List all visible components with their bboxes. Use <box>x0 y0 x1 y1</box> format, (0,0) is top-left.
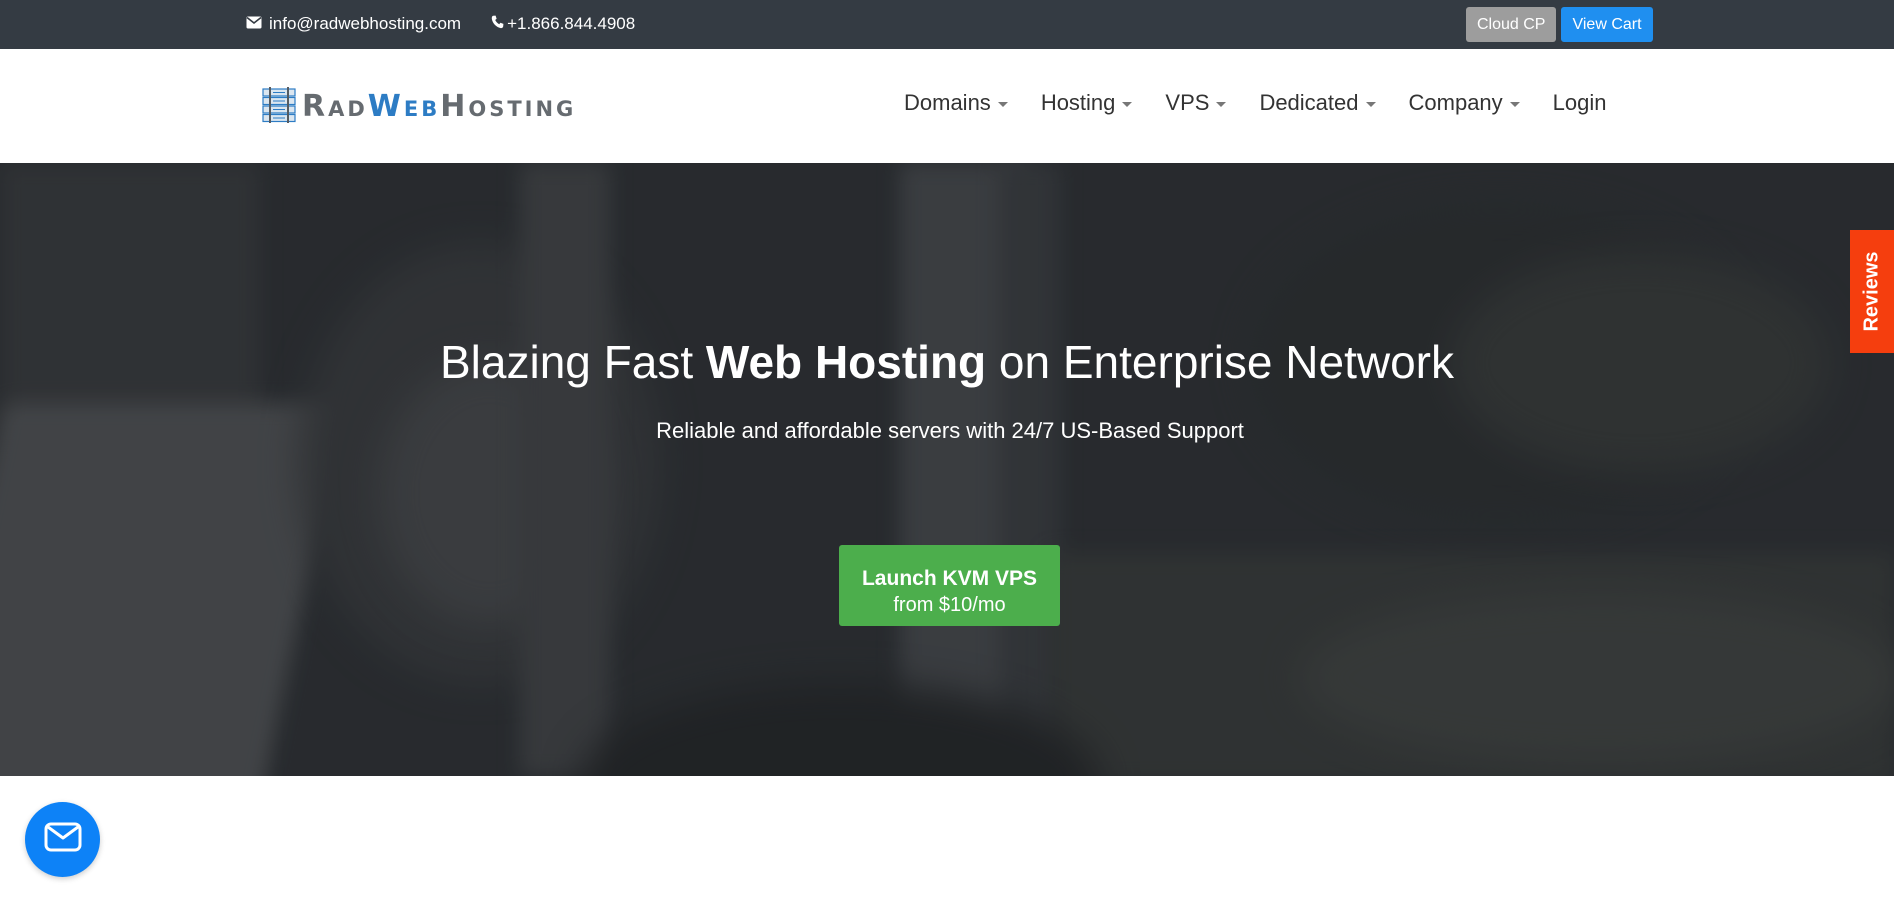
nav-item-vps[interactable]: VPS <box>1165 90 1227 116</box>
nav-item-label: Login <box>1552 90 1607 115</box>
mail-icon <box>44 822 82 857</box>
cloud-cp-button[interactable]: Cloud CP <box>1466 7 1557 42</box>
nav-item-domains[interactable]: Domains <box>904 90 1008 116</box>
site-header: RADWEBHOSTING Domains Hosting VPS Dedica… <box>0 49 1894 163</box>
email-text: info@radwebhosting.com <box>269 14 462 33</box>
caret-down-icon <box>1509 102 1520 107</box>
hero-section: Blazing Fast Web Hosting on Enterprise N… <box>0 163 1894 776</box>
topbar-actions: Cloud CP View Cart <box>1466 7 1653 42</box>
logo-web-rest: EB <box>403 96 441 121</box>
hero-title-bold: Web Hosting <box>705 336 987 388</box>
nav-item-dedicated[interactable]: Dedicated <box>1259 90 1376 116</box>
phone-icon <box>491 14 504 34</box>
nav-item-label: Hosting <box>1040 90 1116 115</box>
view-cart-button[interactable]: View Cart <box>1561 7 1653 42</box>
server-rack-icon <box>262 87 296 128</box>
phone-link[interactable]: +1.866.844.4908 <box>491 14 635 34</box>
logo-wordmark: RADWEBHOSTING <box>302 91 577 123</box>
caret-down-icon <box>1216 102 1227 107</box>
logo-hosting-rest: OSTING <box>468 96 577 121</box>
nav-item-hosting[interactable]: Hosting <box>1041 90 1133 116</box>
reviews-tab-label: Reviews <box>1860 251 1883 332</box>
logo-web-initial: W <box>367 88 404 124</box>
contact-info: info@radwebhosting.com +1.866.844.4908 <box>246 14 635 34</box>
logo-rad-rest: AD <box>328 96 368 121</box>
hero-subtitle: Reliable and affordable servers with 24/… <box>656 418 1244 443</box>
nav-item-company[interactable]: Company <box>1409 90 1520 116</box>
site-logo[interactable]: RADWEBHOSTING <box>262 87 576 128</box>
nav-item-label: Domains <box>904 90 991 115</box>
top-bar: info@radwebhosting.com +1.866.844.4908 C… <box>0 0 1894 49</box>
main-nav: Domains Hosting VPS Dedicated Company Lo… <box>904 90 1607 116</box>
envelope-icon <box>246 14 262 34</box>
nav-item-label: VPS <box>1165 90 1210 115</box>
cta-price: from $10/mo <box>893 594 1006 616</box>
caret-down-icon <box>997 102 1008 107</box>
hero-title: Blazing Fast Web Hosting on Enterprise N… <box>0 335 1894 389</box>
hero-title-part2: on Enterprise Network <box>986 336 1455 388</box>
nav-item-label: Dedicated <box>1259 90 1359 115</box>
reviews-tab[interactable]: Reviews <box>1850 230 1894 353</box>
nav-item-label: Company <box>1408 90 1503 115</box>
phone-text: +1.866.844.4908 <box>507 14 636 33</box>
logo-hosting-initial: H <box>440 88 469 124</box>
nav-item-login[interactable]: Login <box>1553 90 1607 116</box>
caret-down-icon <box>1365 102 1376 107</box>
caret-down-icon <box>1122 102 1133 107</box>
launch-kvm-vps-button[interactable]: Launch KVM VPS from $10/mo <box>839 545 1060 626</box>
hero-title-part1: Blazing Fast <box>439 336 706 388</box>
email-link[interactable]: info@radwebhosting.com <box>246 14 461 34</box>
chat-button[interactable] <box>25 802 100 877</box>
cta-title: Launch KVM VPS <box>861 567 1038 590</box>
logo-rad-initial: R <box>302 88 329 124</box>
